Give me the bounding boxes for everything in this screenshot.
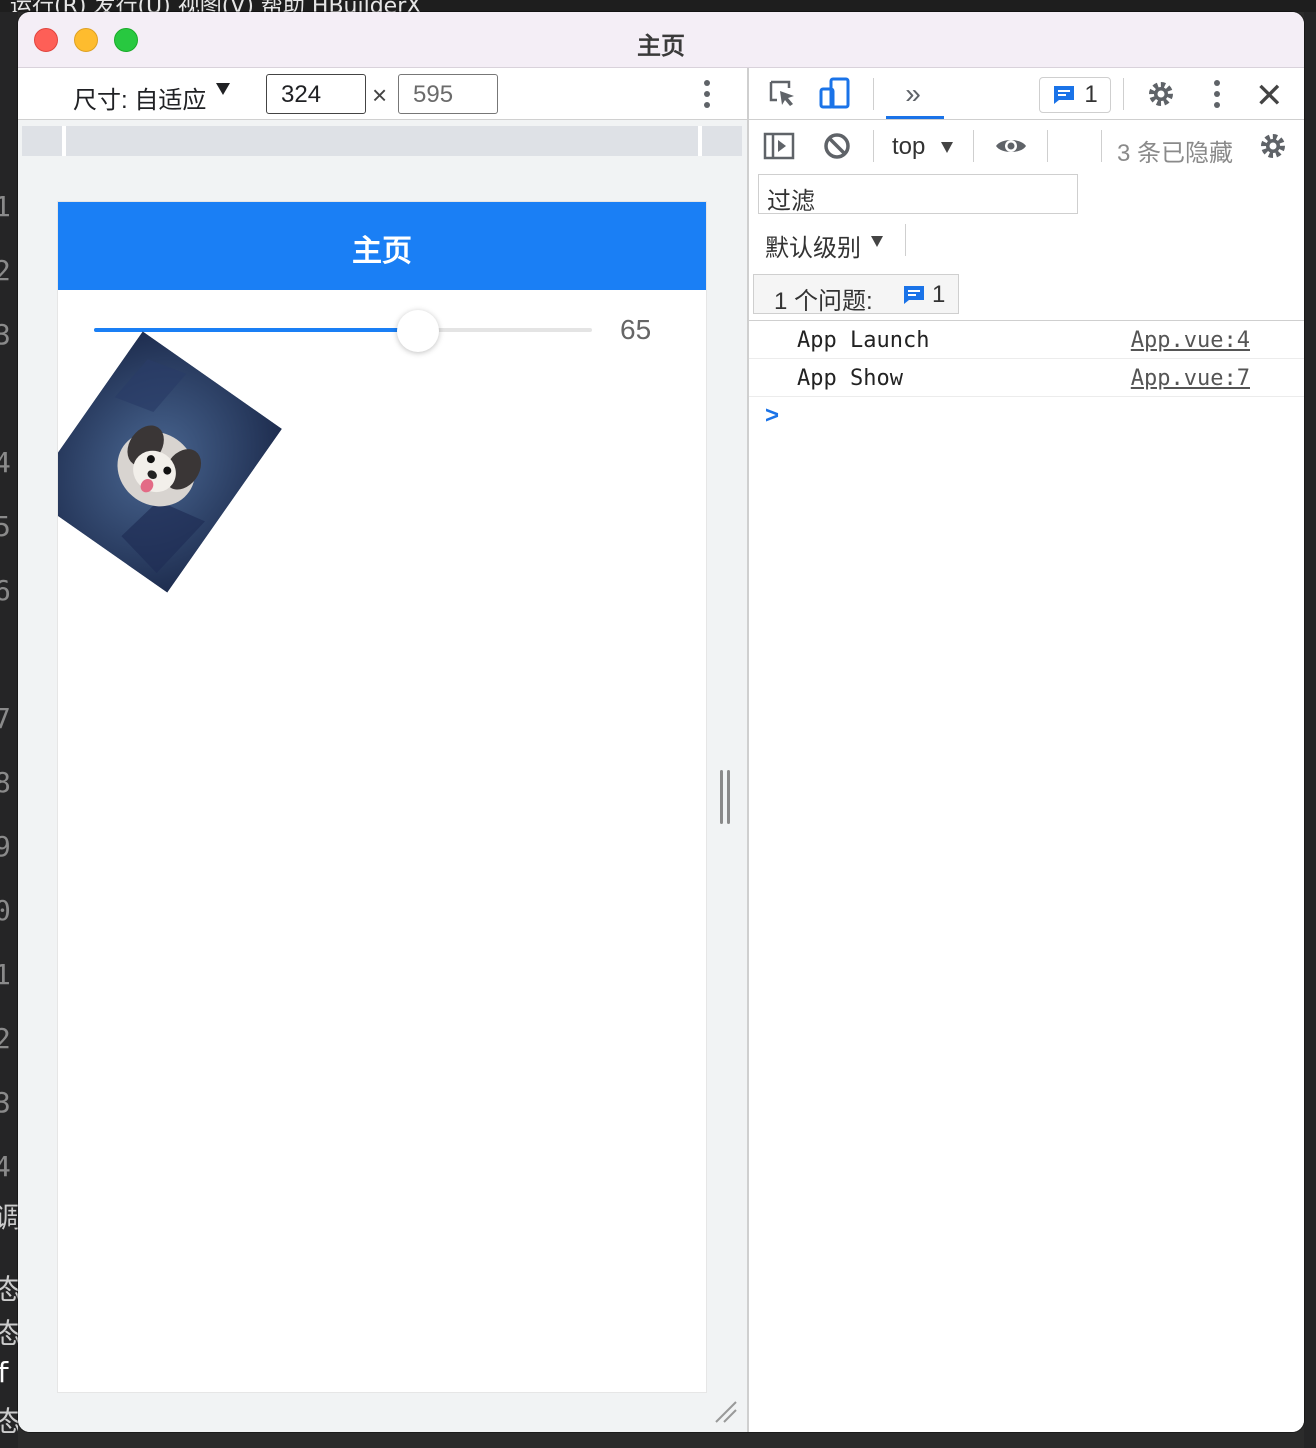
device-toolbar: 尺寸: 自适应 324 × 595 [18,68,747,120]
dimensions-dropdown[interactable]: 尺寸: 自适应 [73,80,206,115]
issues-counter-button[interactable]: 1 [1039,77,1111,113]
log-source-link[interactable]: App.vue:7 [1131,366,1250,391]
live-expression-eye-icon[interactable] [993,128,1029,164]
width-input[interactable]: 324 [266,74,366,114]
background-panel-char: 态 [0,1405,18,1438]
gutter-line-number: 6 [0,574,11,607]
console-settings-gear-icon[interactable] [1255,128,1291,164]
browser-window: 主页 尺寸: 自适应 324 × 595 主页 65 » 1 ✕ top 3 条… [18,12,1304,1432]
close-devtools-icon[interactable]: ✕ [1255,76,1284,116]
title-bar: 主页 [18,12,1304,68]
console-log-list: App Launch App.vue:4 App Show App.vue:7 [749,320,1304,397]
level-dropdown-arrow-icon[interactable] [871,236,883,247]
console-prompt-icon[interactable]: > [765,402,779,430]
context-dropdown-arrow-icon[interactable] [941,142,953,153]
gutter-line-number: 3 [0,318,11,351]
devtools-menu-icon[interactable] [1199,76,1235,112]
pane-resize-handle[interactable] [718,770,732,824]
dog-photo [58,331,282,593]
dropdown-arrow-icon[interactable] [216,83,230,95]
device-toolbar-toggle-icon[interactable] [817,76,853,112]
log-source-link[interactable]: App.vue:4 [1131,328,1250,353]
clear-console-icon[interactable] [819,128,855,164]
background-panel-char: 调 [0,1201,18,1234]
background-editor-menu: 运行(R) 发行(U) 视图(V) 帮助 HBuilderX [0,0,1316,12]
device-viewport: 主页 65 [58,202,706,1392]
gutter-line-number: 2 [0,254,11,287]
gutter-line-number: 9 [0,830,11,863]
slider-value: 65 [620,314,652,345]
media-query-ruler[interactable] [22,126,742,156]
window-title: 主页 [637,33,685,60]
background-editor-right-edge [1304,12,1316,1448]
gutter-line-number: 4 [0,446,11,479]
device-emulation-pane: 尺寸: 自适应 324 × 595 主页 65 [18,68,747,1432]
more-options-icon[interactable] [704,80,710,110]
resize-corner-icon[interactable] [712,1398,738,1424]
more-tabs-icon[interactable]: » [895,76,931,112]
sidebar-toggle-icon[interactable] [761,128,797,164]
page-nav-bar: 主页 [58,202,706,290]
background-editor-gutter: 1 2 3 4 5 6 7 8 9 0 1 2 3 4 调 态 态 f 态 [0,12,18,1448]
log-message: App Launch [797,328,930,353]
settings-gear-icon[interactable] [1143,76,1179,112]
background-panel-char: 态 [0,1273,18,1306]
gutter-line-number: 1 [0,190,11,223]
gutter-line-number: 8 [0,766,11,799]
background-menu-text: 运行(R) 发行(U) 视图(V) 帮助 HBuilderX [10,0,421,12]
console-filter-input[interactable]: 过滤 [758,174,1078,215]
gutter-line-number: 2 [0,1022,11,1055]
gutter-line-number: 7 [0,702,11,735]
issues-chip-count: 1 [1084,81,1098,108]
active-tab-indicator [886,116,944,119]
issues-link-button[interactable]: 1 个问题: 1 [753,274,959,315]
gutter-line-number: 5 [0,510,11,543]
gutter-line-number: 0 [0,894,11,927]
console-log-row: App Launch App.vue:4 [749,321,1304,359]
gutter-line-number: 1 [0,958,11,991]
devtools-panel: » 1 ✕ top 3 条已隐藏 过滤 默认级别 1 个问题: 1 App La… [747,68,1304,1432]
background-panel-char: f [0,1356,11,1389]
log-message: App Show [797,366,903,391]
dimension-separator: × [372,80,388,110]
log-level-dropdown[interactable]: 默认级别 [765,228,861,263]
gutter-line-number: 4 [0,1150,11,1183]
page-title: 主页 [352,235,412,268]
devtools-toolbar: » 1 ✕ [749,68,1304,120]
inspect-element-icon[interactable] [765,76,801,112]
context-selector[interactable]: top [892,133,925,161]
issues-count: 1 [932,281,946,308]
message-icon [904,286,924,304]
background-panel-char: 态 [0,1317,18,1350]
issues-label: 1 个问题: [774,288,873,315]
message-icon [1054,86,1075,104]
hidden-messages-count[interactable]: 3 条已隐藏 [1117,133,1233,168]
gutter-line-number: 3 [0,1086,11,1119]
slider-thumb[interactable] [396,310,439,352]
console-log-row: App Show App.vue:7 [749,359,1304,397]
console-toolbar: top 3 条已隐藏 [749,120,1304,172]
slider-track[interactable] [94,328,592,332]
height-input[interactable]: 595 [398,74,498,114]
